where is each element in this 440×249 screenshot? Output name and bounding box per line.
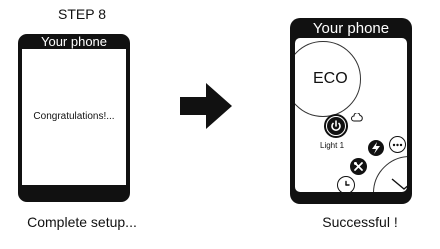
power-icon (327, 117, 345, 135)
clock-button[interactable] (337, 176, 355, 192)
power-button[interactable] (324, 114, 348, 138)
caption-complete-setup: Complete setup... (27, 214, 137, 230)
step-title: STEP 8 (58, 6, 106, 22)
more-icon (392, 143, 403, 146)
phone-screen: Congratulations!... (22, 49, 126, 185)
tools-icon (354, 162, 363, 171)
phone-title: Your phone (312, 20, 390, 37)
phone-screen: ECO Light 1 (295, 38, 407, 192)
congratulations-message: Congratulations!... (33, 111, 115, 122)
bolt-button[interactable] (368, 140, 384, 156)
caption-successful: Successful ! (322, 214, 398, 230)
eco-mode-label: ECO (313, 70, 348, 87)
bolt-icon (372, 142, 380, 154)
right-arrow-icon (180, 83, 232, 129)
more-button[interactable] (389, 136, 406, 153)
phone-mockup-setup: Your phone Congratulations!... (18, 34, 130, 202)
tools-button[interactable] (350, 158, 367, 175)
phone-title: Your phone (40, 34, 108, 49)
phone-mockup-success: Your phone ECO Light 1 (290, 18, 412, 204)
clock-icon (345, 180, 350, 186)
cloud-icon (351, 113, 363, 122)
chevron-down-icon (391, 178, 407, 190)
expand-button[interactable] (373, 156, 407, 192)
device-label: Light 1 (320, 141, 345, 150)
